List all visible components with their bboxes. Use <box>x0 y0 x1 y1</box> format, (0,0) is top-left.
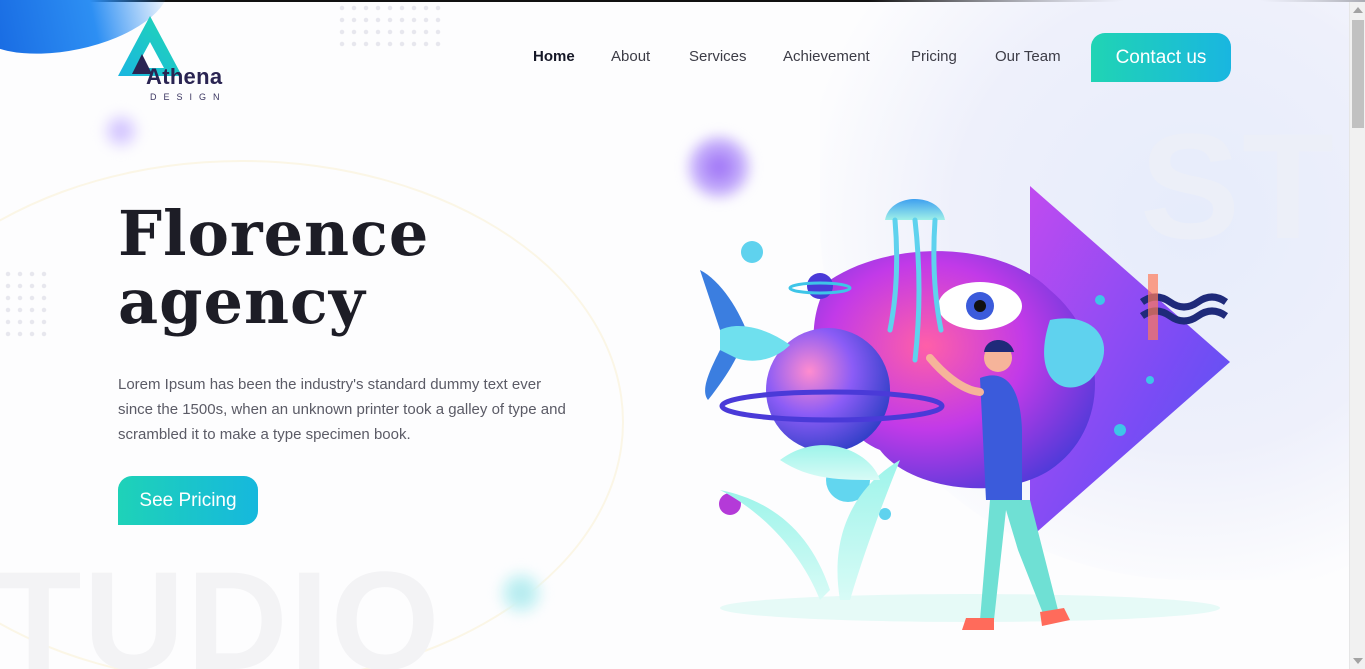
logo-subtitle: DESIGN <box>150 92 227 102</box>
hero-title-line2: agency <box>118 265 366 338</box>
hero-title-line1: Florence <box>118 197 430 270</box>
ghost-text-left: TUDIO <box>0 542 442 669</box>
nav-pricing[interactable]: Pricing <box>911 48 957 68</box>
see-pricing-button[interactable]: See Pricing <box>118 476 258 525</box>
purple-orb-small <box>104 114 138 148</box>
vertical-scrollbar[interactable] <box>1349 2 1365 669</box>
scroll-down-arrow-icon[interactable] <box>1353 658 1363 664</box>
hero-description: Lorem Ipsum has been the industry's stan… <box>118 376 566 443</box>
nav-achievement[interactable]: Achievement <box>783 48 870 68</box>
nav-services[interactable]: Services <box>689 48 747 68</box>
teal-orb <box>500 572 542 614</box>
creative-illustration-icon <box>700 186 1230 630</box>
scroll-up-arrow-icon[interactable] <box>1353 7 1363 13</box>
nav-our-team[interactable]: Our Team <box>995 48 1061 68</box>
nav-about[interactable]: About <box>611 48 650 68</box>
dot-pattern-top <box>336 2 444 50</box>
scrollbar-thumb[interactable] <box>1352 20 1364 128</box>
nav-home[interactable]: Home <box>533 48 575 68</box>
logo-name: Athena <box>146 64 223 89</box>
brand-logo[interactable]: Athena DESIGN <box>118 16 248 106</box>
landing-page: TUDIO ST Athena DESIGN Home About Servic… <box>0 0 1365 669</box>
contact-us-button[interactable]: Contact us <box>1091 33 1231 82</box>
hero-title: Florence agency <box>118 200 538 336</box>
